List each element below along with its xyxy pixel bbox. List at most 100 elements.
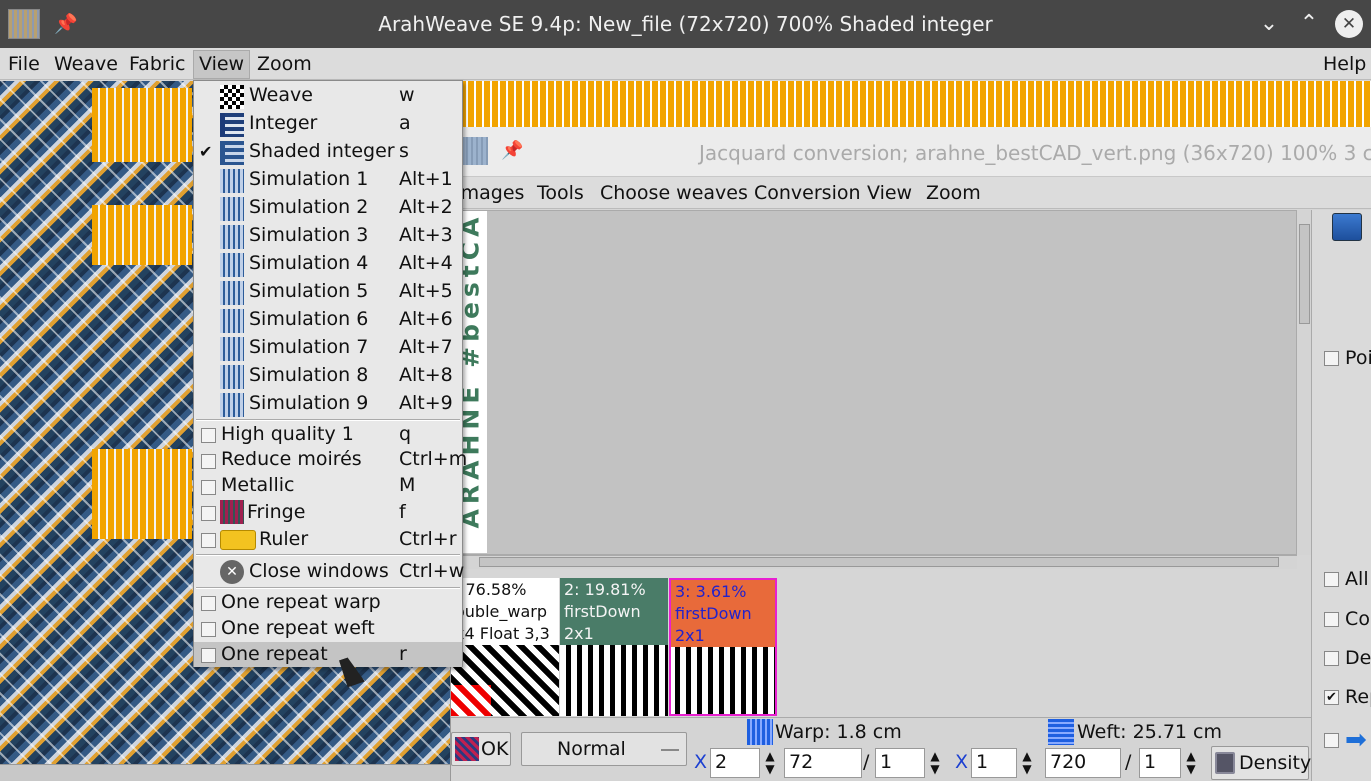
jmenu-view[interactable]: View <box>867 182 912 204</box>
window-title: ArahWeave SE 9.4p: New_file (72x720) 700… <box>378 12 993 36</box>
open-folder-icon[interactable] <box>1332 213 1362 241</box>
poin-checkbox[interactable]: Poin <box>1324 347 1371 369</box>
ruler-icon <box>220 530 256 550</box>
view-menu-dropdown: Weave w Integer a ✔ Shaded integer s Simulat… <box>193 80 467 667</box>
pin-icon[interactable]: 📌 <box>501 140 523 161</box>
checkbox[interactable] <box>201 622 216 637</box>
warp-divisor-spinner[interactable]: ▲ ▼ <box>927 750 943 776</box>
weft-divisor-spinner[interactable]: ▲ ▼ <box>1183 750 1199 776</box>
checkbox[interactable] <box>201 428 216 443</box>
view-menu-item[interactable]: Integer a <box>194 110 462 138</box>
view-menu-item-label: Ruler <box>259 528 309 550</box>
checkbox[interactable] <box>1324 572 1339 587</box>
view-menu-item[interactable]: High quality 1 q <box>194 422 462 448</box>
weft-repeat-spinner[interactable]: ▲ ▼ <box>1019 750 1035 776</box>
checkbox[interactable] <box>1324 351 1339 366</box>
colo-checkbox[interactable]: Colo <box>1324 608 1371 630</box>
view-menu-item[interactable]: Reduce moirés Ctrl+m <box>194 448 467 474</box>
jmenu-tools[interactable]: Tools <box>537 182 584 204</box>
menu-weave[interactable]: Weave <box>54 53 118 75</box>
jacquard-window: 📌 Jacquard conversion; arahne_bestCAD_ve… <box>450 127 1371 781</box>
menu-view[interactable]: View <box>193 50 251 79</box>
checkbox[interactable] <box>201 533 216 548</box>
view-menu-item[interactable]: One repeat weft <box>194 616 462 642</box>
jacquard-image-canvas[interactable]: ARAHNE #bestCA <box>456 210 1297 555</box>
warp-repeat-spinner[interactable]: ▲ ▼ <box>762 750 778 776</box>
view-menu-item[interactable]: Simulation 2 Alt+2 <box>194 194 462 222</box>
view-menu-item[interactable]: Simulation 8 Alt+8 <box>194 362 462 390</box>
canvas-horizontal-scrollbar[interactable] <box>459 555 1297 569</box>
jmenu-choose-weaves[interactable]: Choose weaves <box>600 182 748 204</box>
view-menu-item[interactable]: One repeat warp <box>194 590 462 616</box>
weft-x-label: X <box>955 751 969 773</box>
rep-label: Rep <box>1345 686 1371 708</box>
canvas-vertical-scrollbar[interactable] <box>1296 210 1312 555</box>
warp-x-label: X <box>694 751 708 773</box>
rep-checkbox[interactable]: ✔ Rep <box>1324 686 1371 708</box>
view-menu-item[interactable]: ✕ Close windows Ctrl+w <box>194 557 464 586</box>
view-menu-item-highlighted[interactable]: One repeat r <box>194 642 462 667</box>
warp-repeat-input[interactable]: 2 <box>710 748 760 778</box>
shortcut: q <box>399 423 412 445</box>
menu-file[interactable]: File <box>8 53 40 75</box>
arrow-right-icon[interactable]: ➡ <box>1345 725 1367 755</box>
view-menu-item-label: Simulation 8 <box>249 364 369 386</box>
maximize-icon[interactable]: ⌃ <box>1295 10 1323 38</box>
warp-count-input[interactable]: 72 <box>784 748 862 778</box>
density-button[interactable]: Density <box>1211 746 1311 780</box>
weft-count-input[interactable]: 720 <box>1045 748 1121 778</box>
mode-value: Normal <box>557 738 626 760</box>
view-menu-item[interactable]: Simulation 4 Alt+4 <box>194 250 462 278</box>
main-horizontal-scrollbar[interactable] <box>0 764 450 781</box>
menu-help[interactable]: Help <box>1323 53 1366 75</box>
weave-card-selected[interactable]: 3: 3.61% firstDown 2x1 <box>669 578 777 716</box>
weft-repeat-input[interactable]: 1 <box>971 748 1017 778</box>
weft-divisor-input[interactable]: 1 <box>1139 748 1181 778</box>
menu-zoom[interactable]: Zoom <box>257 53 312 75</box>
weave-cards: : 76.58% ouble_warp x4 Float 3,3 2: 19.8… <box>451 578 781 716</box>
jmenu-conversion[interactable]: Conversion <box>754 182 861 204</box>
weave-card[interactable]: 2: 19.81% firstDown 2x1 <box>560 578 668 716</box>
view-menu-item[interactable]: Simulation 5 Alt+5 <box>194 278 462 306</box>
view-menu-item[interactable]: Ruler Ctrl+r <box>194 527 462 554</box>
warp-divisor-input[interactable]: 1 <box>875 748 925 778</box>
checkbox[interactable] <box>201 480 216 495</box>
shortcut: Alt+6 <box>399 308 453 330</box>
dec-checkbox[interactable]: Dec <box>1324 647 1371 669</box>
view-menu-item[interactable]: Weave w <box>194 82 462 110</box>
weave-pattern-preview <box>451 645 559 716</box>
all-checkbox[interactable]: All <box>1324 568 1369 590</box>
jmenu-zoom[interactable]: Zoom <box>926 182 981 204</box>
checkbox[interactable] <box>201 596 216 611</box>
view-menu-item[interactable]: Simulation 3 Alt+3 <box>194 222 462 250</box>
checkbox[interactable] <box>1324 732 1339 748</box>
checkbox-checked[interactable]: ✔ <box>1324 690 1339 705</box>
minimize-icon[interactable]: ⌄ <box>1255 10 1283 38</box>
ok-button[interactable]: OK <box>451 732 511 766</box>
checkbox[interactable] <box>201 648 216 663</box>
checkbox[interactable] <box>1324 651 1339 666</box>
view-menu-item[interactable]: Metallic M <box>194 474 462 500</box>
arrow-checkbox[interactable]: ➡ <box>1324 725 1367 755</box>
view-menu-item[interactable]: Fringe f <box>194 500 462 527</box>
scroll-thumb[interactable] <box>479 557 1279 567</box>
view-menu-item[interactable]: Simulation 1 Alt+1 <box>194 166 462 194</box>
view-menu-item[interactable]: Simulation 7 Alt+7 <box>194 334 462 362</box>
card-weave-info: x4 Float 3,3 <box>455 624 550 643</box>
integer-icon <box>220 113 244 137</box>
menu-fabric[interactable]: Fabric <box>129 53 185 75</box>
checkbox[interactable] <box>201 454 216 469</box>
view-menu-item-checked[interactable]: ✔ Shaded integer s <box>194 138 462 166</box>
card-weave-name: firstDown <box>564 602 641 621</box>
jmenu-images[interactable]: Images <box>455 182 524 204</box>
checkbox[interactable] <box>1324 612 1339 627</box>
simulation-icon <box>220 253 244 277</box>
scroll-thumb[interactable] <box>1299 224 1310 324</box>
checkbox[interactable] <box>201 506 216 521</box>
poin-label: Poin <box>1345 347 1371 369</box>
close-icon[interactable]: ✕ <box>1335 10 1363 38</box>
view-menu-item[interactable]: Simulation 6 Alt+6 <box>194 306 462 334</box>
mode-select[interactable]: Normal <box>521 732 687 766</box>
weave-card[interactable]: : 76.58% ouble_warp x4 Float 3,3 <box>451 578 559 716</box>
view-menu-item[interactable]: Simulation 9 Alt+9 <box>194 390 462 418</box>
